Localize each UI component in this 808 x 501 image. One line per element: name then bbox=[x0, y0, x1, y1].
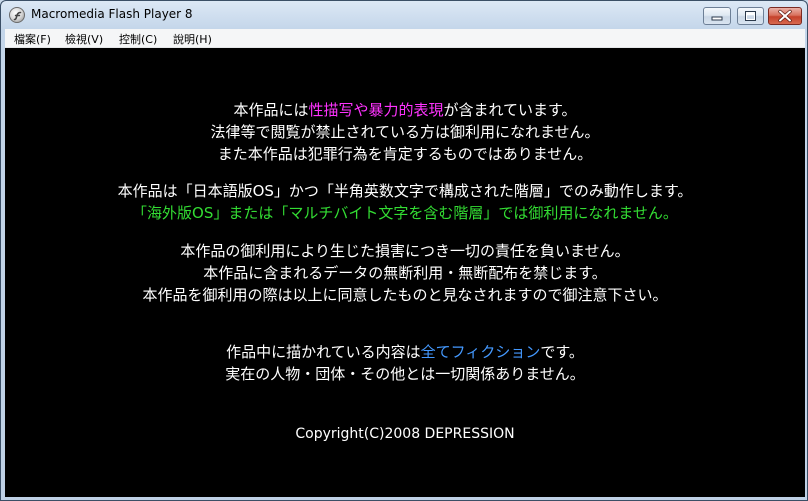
minimize-icon bbox=[711, 16, 723, 21]
warning-line-1: 本作品には性描写や暴力的表現が含まれています。 bbox=[5, 100, 805, 120]
flash-player-icon[interactable] bbox=[9, 7, 25, 23]
menu-control[interactable]: 控制(C) bbox=[116, 30, 160, 48]
warning-line-3: また本作品は犯罪行為を肯定するものではありません。 bbox=[217, 145, 593, 163]
fiction-line-1-suffix: です。 bbox=[540, 343, 584, 361]
close-icon bbox=[778, 9, 792, 23]
title-bar[interactable]: Macromedia Flash Player 8 bbox=[1, 1, 807, 29]
maximize-icon bbox=[745, 11, 756, 21]
flash-player-window: Macromedia Flash Player 8 檔案(F) 檢視(V) 控制… bbox=[0, 0, 808, 501]
fiction-highlight: 全てフィクション bbox=[420, 343, 541, 361]
disclaimer-line-1: 本作品の御利用により生じた損害につき一切の責任を負いません。 bbox=[180, 242, 630, 260]
menu-file[interactable]: 檔案(F) bbox=[11, 30, 54, 48]
os-restriction-line: 「海外版OS」または「マルチバイト文字を含む階層」では御利用になれません。 bbox=[132, 204, 678, 222]
menu-help[interactable]: 說明(H) bbox=[170, 30, 215, 48]
minimize-button[interactable] bbox=[703, 7, 731, 25]
warning-highlight-content: 性描写や暴力的表現 bbox=[308, 101, 444, 119]
warning-line-1-prefix: 本作品には bbox=[233, 101, 309, 119]
menu-view[interactable]: 檢視(V) bbox=[62, 30, 106, 48]
fiction-line-1-prefix: 作品中に描かれている内容は bbox=[226, 343, 421, 361]
fiction-line-2: 実在の人物・団体・その他とは一切関係ありません。 bbox=[225, 365, 585, 383]
close-button[interactable] bbox=[768, 7, 802, 25]
fiction-line-1: 作品中に描かれている内容は全てフィクションです。 bbox=[5, 342, 805, 362]
disclaimer-line-2: 本作品に含まれるデータの無断利用・無断配布を禁じます。 bbox=[203, 264, 607, 282]
window-title: Macromedia Flash Player 8 bbox=[31, 7, 193, 21]
warning-line-1-suffix: が含まれています。 bbox=[443, 101, 577, 119]
flash-stage[interactable]: 本作品には性描写や暴力的表現が含まれています。 法律等で閲覧が禁止されている方は… bbox=[5, 48, 805, 497]
disclaimer-line-3: 本作品を御利用の際は以上に同意したものと見なされますので御注意下さい。 bbox=[142, 286, 668, 304]
copyright-text: Copyright(C)2008 DEPRESSION bbox=[295, 426, 515, 442]
warning-line-2: 法律等で閲覧が禁止されている方は御利用になれません。 bbox=[210, 123, 600, 141]
maximize-button[interactable] bbox=[737, 7, 764, 25]
os-requirement-line: 本作品は「日本語版OS」かつ「半角英数文字で構成された階層」でのみ動作します。 bbox=[117, 182, 693, 200]
menu-bar: 檔案(F) 檢視(V) 控制(C) 說明(H) bbox=[5, 29, 805, 48]
